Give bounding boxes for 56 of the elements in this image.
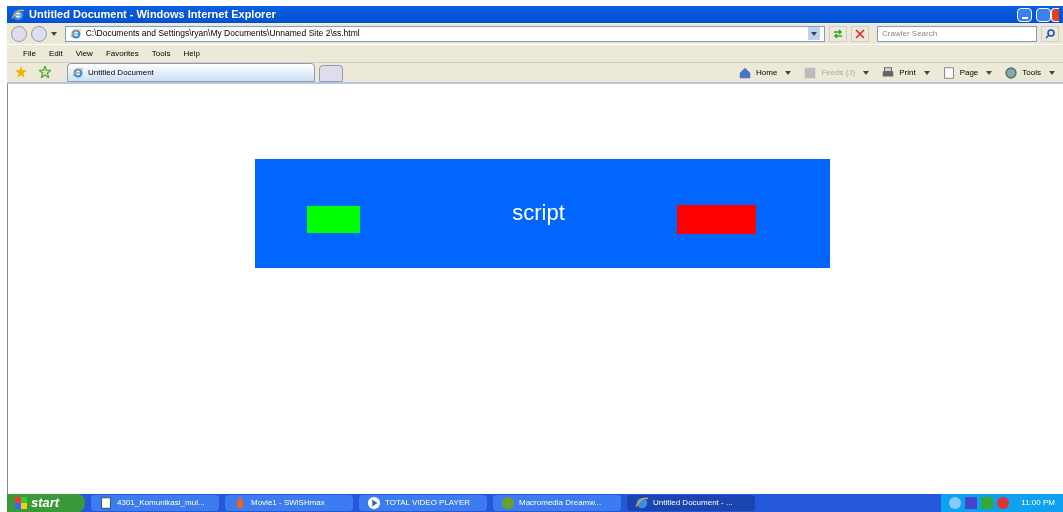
circle-logo-icon <box>501 496 515 510</box>
stop-button[interactable] <box>851 25 870 42</box>
banner-text: script <box>512 199 565 227</box>
menu-item[interactable]: Favorites <box>105 47 139 60</box>
taskbar-button[interactable]: TOTAL VIDEO PLAYER <box>359 495 487 511</box>
caret-icon <box>863 70 870 75</box>
windows-logo-icon <box>15 497 27 509</box>
menu-item[interactable]: File <box>23 47 36 60</box>
caret-icon <box>986 70 993 75</box>
dropdown-button[interactable] <box>808 27 821 40</box>
taskbar-button[interactable]: 4301_Komunikasi_mul... <box>91 495 219 511</box>
forward-button[interactable] <box>30 25 47 42</box>
restore-button[interactable] <box>1036 7 1051 22</box>
address-field[interactable]: C:\Documents and Settings\ryan\My Documents\Unnamed Site 2\ss.html <box>64 25 826 42</box>
new-tab-button[interactable] <box>319 65 343 82</box>
printer-icon <box>881 65 896 80</box>
browser-tab[interactable]: Untitled Document <box>67 63 315 82</box>
menu-item[interactable]: Edit <box>48 47 63 60</box>
document-icon <box>99 496 113 510</box>
taskbar-button[interactable]: Macromedia Dreamw... <box>493 495 621 511</box>
back-button[interactable] <box>11 25 27 42</box>
caret-icon <box>785 70 792 75</box>
browser-logo-icon <box>69 27 82 40</box>
refresh-button[interactable] <box>829 25 848 42</box>
add-favorite-icon[interactable] <box>39 66 51 78</box>
menu-item[interactable]: Help <box>183 47 200 60</box>
browser-logo-icon <box>635 496 649 510</box>
window-title: Untitled Document - Windows Internet Explorer <box>29 7 277 23</box>
close-icon <box>855 28 866 39</box>
caret-icon <box>811 31 818 36</box>
favorites-star-icon[interactable] <box>15 66 27 78</box>
minimize-button[interactable] <box>1017 7 1032 22</box>
arrows-icon <box>833 28 844 39</box>
caret-icon <box>1049 70 1055 75</box>
clock: 11:00 PM <box>1021 497 1055 509</box>
command-button[interactable]: Page <box>941 65 993 80</box>
command-button[interactable]: Tools <box>1004 65 1055 80</box>
command-button[interactable]: Home <box>738 65 792 80</box>
house-icon <box>738 65 753 80</box>
left-shape <box>307 206 360 233</box>
taskbar-button[interactable]: Untitled Document - ... <box>627 495 755 511</box>
search-button[interactable] <box>1041 25 1059 42</box>
browser-logo-icon <box>72 66 84 79</box>
command-button[interactable]: Print <box>881 65 930 80</box>
close-button[interactable] <box>1051 7 1059 22</box>
menu-item[interactable]: View <box>75 47 93 60</box>
taskbar-button[interactable]: Movie1 - SWiSHmax <box>225 495 353 511</box>
search-icon <box>1045 28 1056 39</box>
caret-icon <box>923 70 930 75</box>
browser-logo-icon <box>11 7 25 22</box>
caret-icon <box>50 31 57 36</box>
play-icon <box>367 496 381 510</box>
page-icon <box>941 65 956 80</box>
start-button[interactable]: start <box>7 494 85 512</box>
menu-item[interactable]: Tools <box>151 47 171 60</box>
search-field[interactable]: Crawler Search <box>877 25 1038 42</box>
